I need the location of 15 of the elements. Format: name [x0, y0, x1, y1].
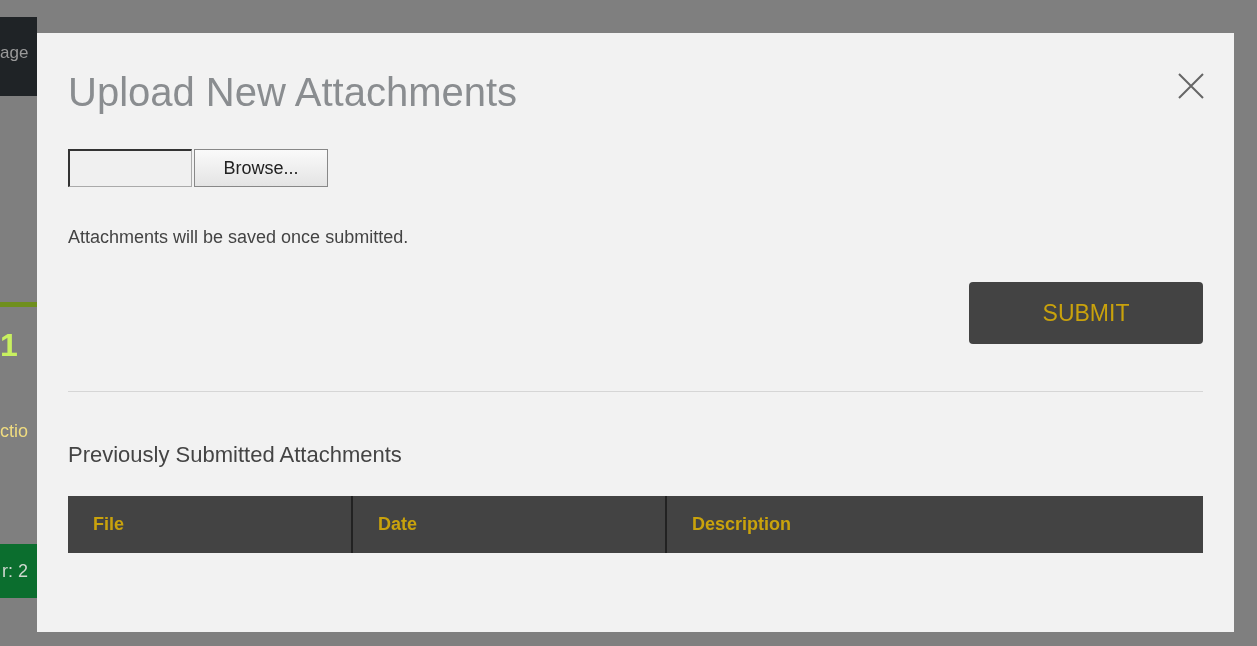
close-button[interactable] — [1176, 71, 1206, 101]
column-header: File — [92, 513, 125, 536]
column-header: Date — [351, 496, 665, 553]
column-header: Description — [665, 496, 1203, 553]
file-input-field[interactable] — [68, 149, 192, 187]
footer-text: r: 2 — [2, 560, 28, 582]
page-heading: 1 — [0, 327, 19, 365]
section-title: Previously Submitted Attachments — [68, 442, 403, 468]
section-text: ctio — [0, 421, 29, 443]
info-text: Attachments will be saved once submitted. — [68, 227, 410, 248]
dialog-title: Upload New Attachments — [68, 69, 518, 116]
header-text: age — [0, 42, 29, 63]
submit-button[interactable]: SUBMIT — [969, 282, 1203, 344]
close-icon — [1176, 71, 1206, 101]
browse-button[interactable]: Browse... — [194, 149, 328, 187]
